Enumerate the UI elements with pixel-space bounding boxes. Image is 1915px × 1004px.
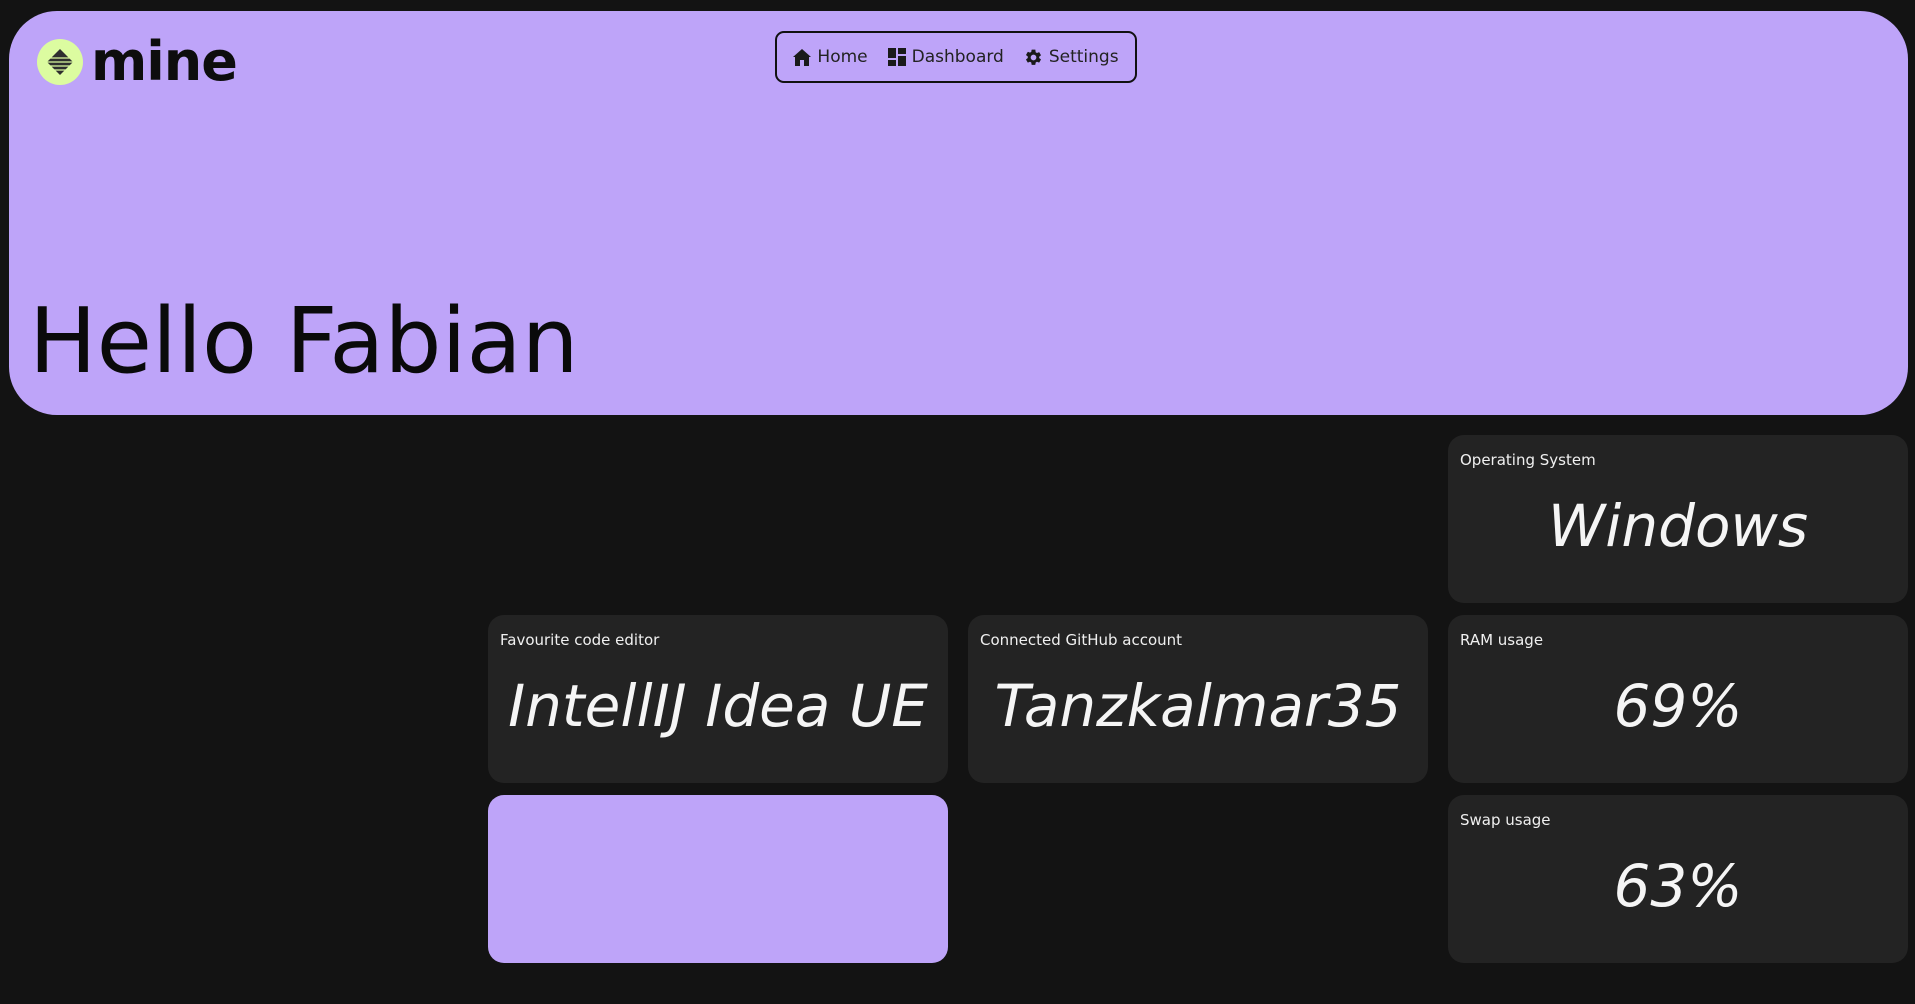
hero-banner: mine Home Dashboard Settings Hello Fabia…	[9, 11, 1908, 415]
os-card: Operating System Windows	[1448, 435, 1908, 603]
app-name: mine	[91, 30, 238, 93]
nav-item-label: Dashboard	[911, 47, 1004, 67]
ram-usage-card: RAM usage 69%	[1448, 615, 1908, 783]
card-label: Swap usage	[1460, 811, 1551, 829]
main-nav: Home Dashboard Settings	[775, 31, 1137, 83]
nav-item-dashboard[interactable]: Dashboard	[887, 47, 1004, 67]
logo-mark-icon	[37, 39, 83, 85]
greeting-heading: Hello Fabian	[29, 289, 579, 394]
dashboard-icon	[887, 48, 906, 66]
github-account-card: Connected GitHub account Tanzkalmar35	[968, 615, 1428, 783]
card-value: Tanzkalmar35	[994, 672, 1402, 740]
nav-item-home[interactable]: Home	[793, 47, 868, 67]
card-label: Connected GitHub account	[980, 631, 1183, 649]
card-value: 69%	[1613, 672, 1743, 740]
nav-item-label: Settings	[1048, 47, 1119, 67]
card-value: IntellIJ Idea UE	[508, 672, 928, 740]
nav-item-settings[interactable]: Settings	[1024, 47, 1119, 67]
card-label: Favourite code editor	[500, 631, 660, 649]
gear-icon	[1024, 48, 1043, 67]
card-value: Windows	[1547, 492, 1809, 560]
app-logo[interactable]: mine	[37, 30, 238, 93]
card-label: RAM usage	[1460, 631, 1544, 649]
accent-card	[488, 795, 948, 963]
card-label: Operating System	[1460, 451, 1596, 469]
home-icon	[793, 48, 812, 66]
code-editor-card: Favourite code editor IntellIJ Idea UE	[488, 615, 948, 783]
swap-usage-card: Swap usage 63%	[1448, 795, 1908, 963]
card-value: 63%	[1613, 852, 1743, 920]
nav-item-label: Home	[817, 47, 868, 67]
